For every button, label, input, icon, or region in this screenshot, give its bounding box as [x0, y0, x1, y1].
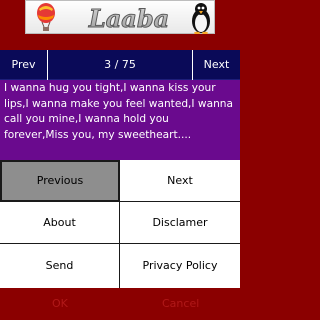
about-button[interactable]: About [0, 202, 120, 244]
pagination-bar: Prev 3 / 75 Next [0, 50, 240, 80]
app-header: Laaba [0, 0, 240, 50]
cancel-softkey[interactable]: Cancel [162, 288, 199, 320]
page-indicator: 3 / 75 [104, 58, 136, 71]
hot-air-balloon-icon [37, 3, 55, 31]
disclaimer-button[interactable]: Disclamer [120, 202, 240, 244]
logo-text: Laaba [88, 4, 169, 33]
banner: Laaba [25, 0, 215, 34]
penguin-icon [192, 3, 210, 34]
prev-button[interactable]: Prev [0, 50, 48, 80]
next-button[interactable]: Next [192, 50, 240, 80]
privacy-policy-button[interactable]: Privacy Policy [120, 244, 240, 288]
previous-button[interactable]: Previous [0, 160, 120, 202]
message-text: I wanna hug you tight,I wanna kiss your … [4, 82, 233, 141]
ok-softkey[interactable]: OK [52, 288, 68, 320]
next-menu-button[interactable]: Next [120, 160, 240, 202]
softkey-bar: OK Cancel [0, 288, 240, 320]
send-button[interactable]: Send [0, 244, 120, 288]
message-panel: I wanna hug you tight,I wanna kiss your … [0, 80, 240, 160]
menu-grid: Previous Next About Disclamer Send Priva… [0, 160, 240, 288]
laaba-logo: Laaba [87, 4, 169, 34]
